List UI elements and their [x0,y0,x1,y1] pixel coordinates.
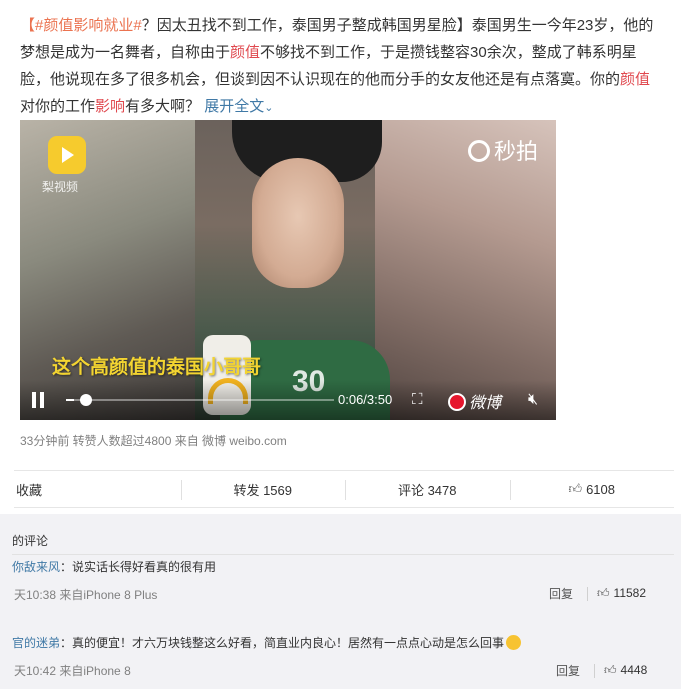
comment-body: 官的迷弟：真的便宜！才六万块钱整这么好看，简直业内良心！居然有一点点心动是怎么回… [12,634,522,651]
expand-full-text-link[interactable]: 展开全文⌄ [204,98,273,115]
thumbs-up-icon: 👍︎ [597,586,610,600]
comment-time: 天10:38 来自iPhone 8 Plus [14,588,158,602]
video-player[interactable]: 30 梨视频 秒拍 这个高颜值的泰国小哥哥 0:06/3:50 ⛶ 微博 🔇︎ [20,120,556,420]
reply-button[interactable]: 回复 [556,662,580,679]
like-button[interactable]: 👍︎ 6108 [509,471,675,507]
keyword-link[interactable]: 颜值 [620,71,650,88]
post-text: 【#颜值影响就业#？因太丑找不到工作，泰国男子整成韩国男星脸】泰国男生一今年23… [20,12,665,122]
comment-button[interactable]: 评论 3478 [345,471,510,507]
miaopai-watermark: 秒拍 [468,134,538,166]
like-count: 6108 [586,481,615,497]
keyword-link[interactable]: 颜值 [230,44,260,61]
pause-icon[interactable] [32,392,46,408]
thumbs-up-icon: 👍︎ [604,663,617,677]
comment-text: ：说实话长得好看真的很有用 [60,560,217,574]
divider [587,587,588,601]
crying-emoji-icon [506,635,522,650]
chevron-down-icon: ⌄ [264,102,274,114]
comment-like-count: 11582 [613,586,647,600]
comment-text: ：真的便宜！才六万块钱整这么好看，简直业内良心！居然有一点点心动是怎么回事 [60,636,505,650]
progress-handle[interactable] [80,394,93,406]
post-text-segment: 对你的工作 [20,98,96,115]
comments-heading: 的评论 [12,534,49,548]
post-meta: 33分钟前 转赞人数超过4800 来自 微博 weibo.com [20,434,287,448]
divider [594,664,595,678]
keyword-link[interactable]: 影响 [95,98,125,115]
comment-username[interactable]: 官的迷弟 [12,636,60,650]
post-text-segment: 有多大啊？ [125,98,205,115]
comment-label: 评论 3478 [397,482,457,498]
comment-time: 天10:42 来自iPhone 8 [14,664,131,678]
comment-like-button[interactable]: 👍︎ 11582 [597,586,646,601]
video-source-name: 梨视频 [42,180,79,194]
comment-username[interactable]: 你敌来风 [12,560,60,574]
comment-like-count: 4448 [620,663,648,677]
repost-label: 转发 1569 [233,482,293,498]
reply-button[interactable]: 回复 [549,585,573,602]
video-person-face [252,158,344,288]
watermark-label: 秒拍 [494,139,539,164]
favorite-label: 收藏 [16,482,43,498]
thumbs-up-icon: 👍︎ [568,481,583,496]
video-time: 0:06/3:50 [338,392,393,407]
comments-section: 的评论 你敌来风：说实话长得好看真的很有用 天10:38 来自iPhone 8 … [0,514,681,689]
weibo-brand-label: 微博 [469,395,502,412]
video-subtitle: 这个高颜值的泰国小哥哥 [52,357,262,378]
mute-icon[interactable]: 🔇︎ [528,391,538,409]
comment-body: 你敌来风：说实话长得好看真的很有用 [12,558,216,575]
play-triangle-icon [62,147,74,163]
divider [12,554,674,555]
weibo-brand[interactable]: 微博 [448,389,501,413]
progress-track[interactable] [66,399,334,401]
progress-fill [66,399,75,401]
miaopai-logo-icon [468,140,490,162]
weibo-logo-icon [448,393,466,411]
comment-like-button[interactable]: 👍︎ 4448 [604,663,647,678]
repost-button[interactable]: 转发 1569 [180,471,346,507]
favorite-button[interactable]: 收藏 [14,471,181,507]
action-bar: 收藏 转发 1569 评论 3478 👍︎ 6108 [14,470,674,508]
topic-link[interactable]: 【#颜值影响就业# [20,17,142,34]
video-controls: 0:06/3:50 ⛶ 微博 🔇︎ [20,380,556,420]
fullscreen-icon[interactable]: ⛶ [412,392,428,408]
expand-label: 展开全文 [204,98,265,115]
